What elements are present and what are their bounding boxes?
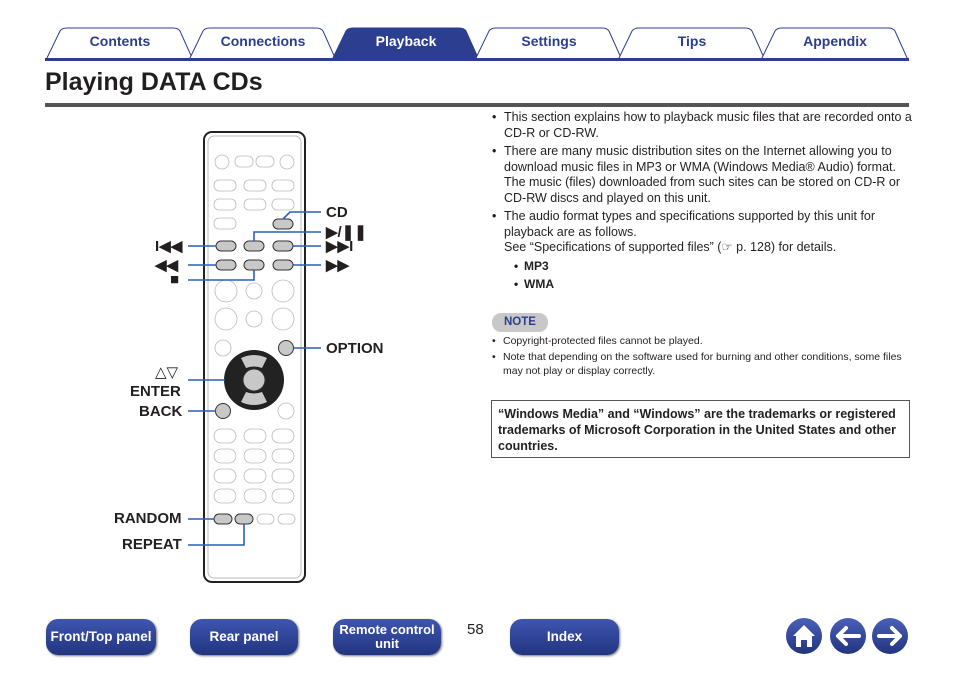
tab-appendix[interactable]: Appendix xyxy=(760,27,910,61)
tab-label: Connections xyxy=(220,33,306,49)
tab-playback[interactable]: Playback xyxy=(331,27,481,61)
tab-label: Appendix xyxy=(803,33,867,49)
format-item: WMA xyxy=(492,277,912,293)
front-top-panel-button[interactable]: Front/Top panel xyxy=(46,619,156,655)
home-button[interactable] xyxy=(786,618,822,654)
bullet: The audio format types and specification… xyxy=(492,209,912,256)
label-enter: ENTER xyxy=(130,383,181,400)
tab-label: Settings xyxy=(521,33,577,49)
arrow-right-icon xyxy=(877,626,902,646)
spec-link[interactable]: See “Specifications of supported files” … xyxy=(504,240,836,254)
bullet: There are many music distribution sites … xyxy=(492,144,912,206)
label-fast-forward: ▶▶ xyxy=(326,257,350,274)
home-icon xyxy=(793,625,815,647)
label-cd: CD xyxy=(326,204,348,221)
tab-connections[interactable]: Connections xyxy=(188,27,338,61)
page-number: 58 xyxy=(467,621,484,638)
label-next: ▶▶I xyxy=(326,238,354,255)
index-button[interactable]: Index xyxy=(510,619,619,655)
note-item: Copyright-protected files cannot be play… xyxy=(492,334,912,348)
format-item: MP3 xyxy=(492,259,912,275)
back-button[interactable] xyxy=(830,618,866,654)
content: This section explains how to playback mu… xyxy=(492,110,912,378)
label-random: RANDOM xyxy=(114,510,182,527)
label-repeat: REPEAT xyxy=(122,536,182,553)
label-back: BACK xyxy=(139,403,183,420)
tab-underline xyxy=(45,58,909,61)
note-item: Note that depending on the software used… xyxy=(492,350,912,378)
note-badge: NOTE xyxy=(492,312,548,332)
label-stop: ■ xyxy=(170,271,180,288)
bullet-text: The audio format types and specification… xyxy=(504,209,876,239)
trademark-box: “Windows Media” and “Windows” are the tr… xyxy=(491,400,910,458)
label-prev: I◀◀ xyxy=(155,238,183,255)
rear-panel-button[interactable]: Rear panel xyxy=(190,619,298,655)
label-option: OPTION xyxy=(326,340,384,357)
label-cursor: △▽ xyxy=(155,364,179,381)
tab-label: Playback xyxy=(375,33,437,49)
tab-tips[interactable]: Tips xyxy=(617,27,767,61)
tab-bar: Contents Connections Playback Settings T… xyxy=(45,27,909,61)
arrow-left-icon xyxy=(836,626,861,646)
tab-label: Tips xyxy=(677,33,707,49)
page-title: Playing DATA CDs xyxy=(45,68,263,96)
forward-button[interactable] xyxy=(872,618,908,654)
tab-contents[interactable]: Contents xyxy=(45,27,195,61)
tab-settings[interactable]: Settings xyxy=(474,27,624,61)
remote-control-button[interactable]: Remote control unit xyxy=(333,619,441,655)
title-divider xyxy=(45,103,909,107)
tab-label: Contents xyxy=(89,33,151,49)
bullet: This section explains how to playback mu… xyxy=(492,110,912,141)
